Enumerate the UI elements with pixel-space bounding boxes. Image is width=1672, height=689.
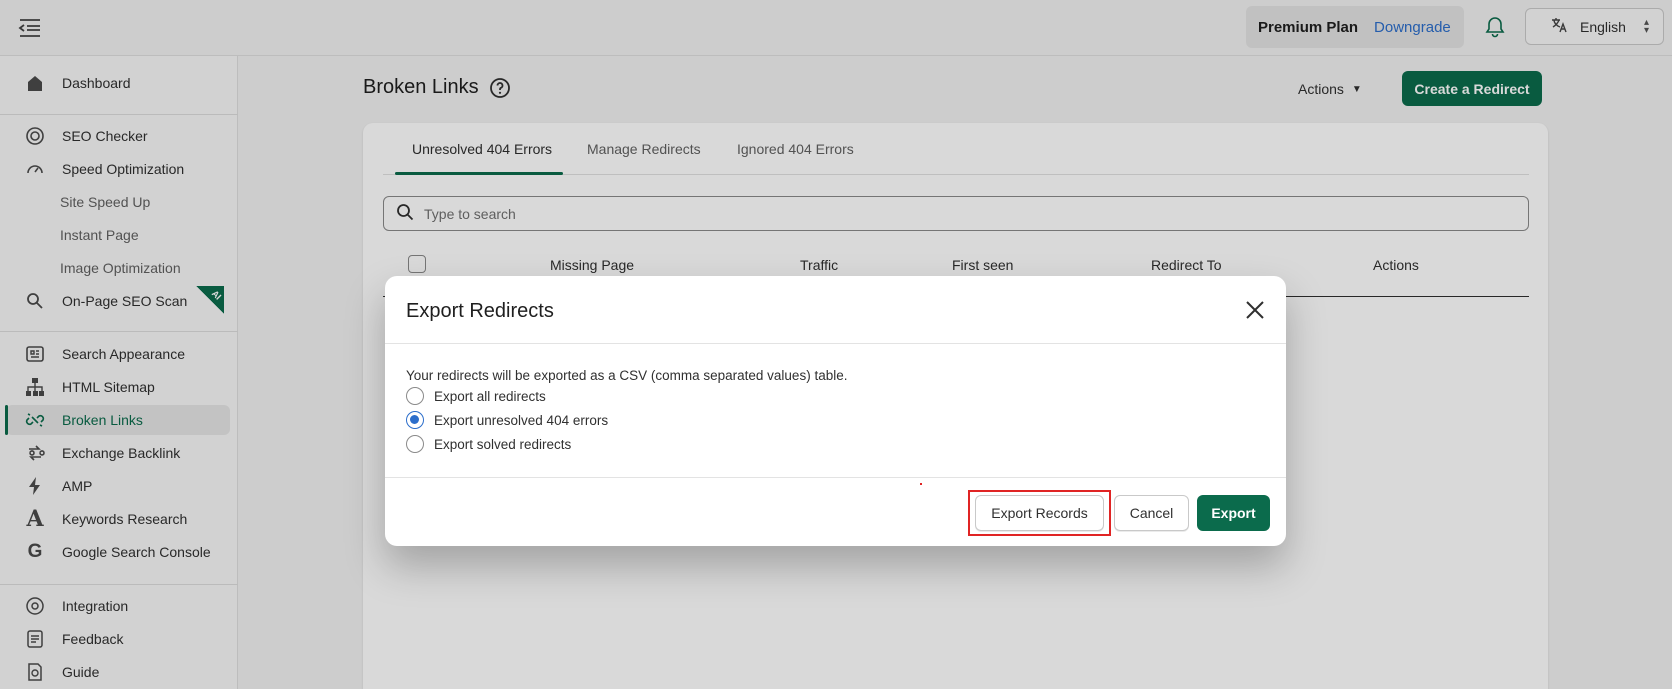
radio-button-checked[interactable] (406, 411, 424, 429)
cursor-marker (920, 483, 922, 485)
cancel-button[interactable]: Cancel (1114, 495, 1189, 531)
modal-header: Export Redirects (385, 276, 1286, 344)
radio-button[interactable] (406, 435, 424, 453)
option-export-unresolved[interactable]: Export unresolved 404 errors (406, 411, 608, 429)
modal-footer: Export Records Cancel Export (385, 477, 1286, 546)
highlight-annotation (968, 490, 1111, 536)
option-export-all[interactable]: Export all redirects (406, 387, 546, 405)
modal-title: Export Redirects (406, 300, 554, 322)
option-label: Export all redirects (434, 388, 546, 404)
option-label: Export solved redirects (434, 436, 572, 452)
close-icon[interactable] (1243, 298, 1267, 322)
option-export-solved[interactable]: Export solved redirects (406, 435, 571, 453)
modal-description: Your redirects will be exported as a CSV… (406, 368, 848, 383)
export-redirects-modal: Export Redirects Your redirects will be … (385, 276, 1286, 546)
export-button[interactable]: Export (1197, 495, 1270, 531)
radio-button[interactable] (406, 387, 424, 405)
option-label: Export unresolved 404 errors (434, 412, 609, 428)
